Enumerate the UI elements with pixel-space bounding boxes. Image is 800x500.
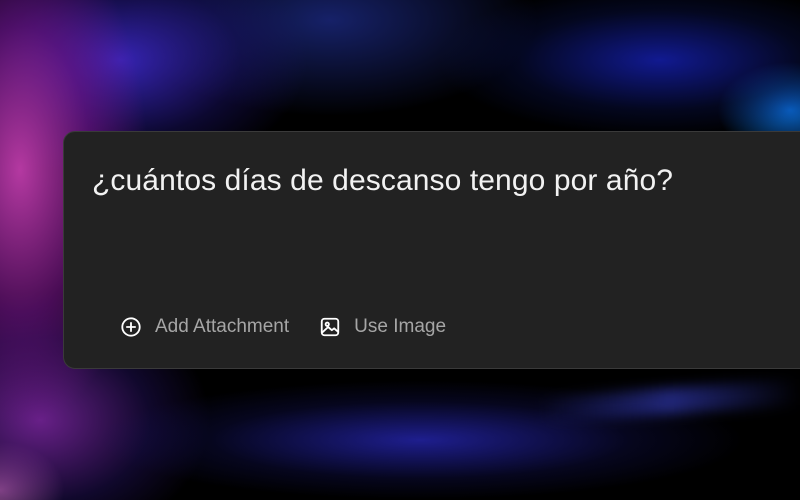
- plus-circle-icon: [120, 316, 155, 338]
- prompt-text[interactable]: ¿cuántos días de descanso tengo por año?: [92, 161, 792, 201]
- add-attachment-button[interactable]: Add Attachment: [120, 316, 289, 338]
- background-light-streak: [539, 378, 800, 424]
- use-image-label: Use Image: [354, 316, 447, 337]
- use-image-button[interactable]: Use Image: [319, 316, 446, 338]
- composer-actions: Add Attachment Use Image: [120, 316, 446, 338]
- add-attachment-label: Add Attachment: [155, 316, 290, 337]
- image-icon: [319, 316, 354, 338]
- prompt-composer: ¿cuántos días de descanso tengo por año?…: [63, 131, 800, 369]
